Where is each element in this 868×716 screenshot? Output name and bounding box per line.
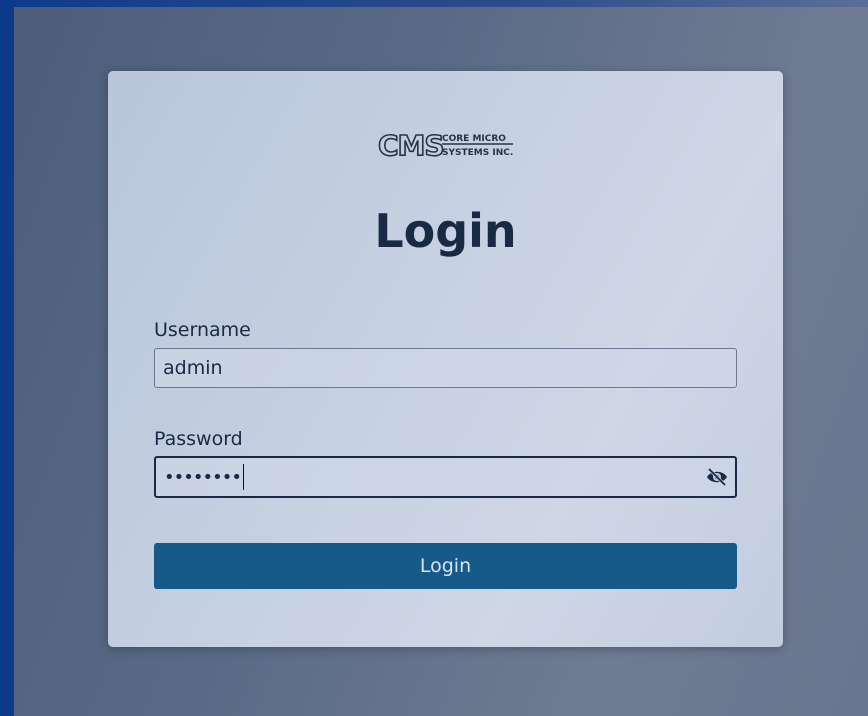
- password-label: Password: [154, 428, 243, 450]
- login-card: CMS CORE MICRO SYSTEMS INC. Login Userna…: [108, 71, 783, 647]
- logo-mark: CMS: [378, 129, 444, 162]
- password-field[interactable]: ••••••••: [154, 456, 737, 498]
- username-field[interactable]: admin: [154, 348, 737, 388]
- login-button[interactable]: Login: [154, 543, 737, 589]
- login-page: CMS CORE MICRO SYSTEMS INC. Login Userna…: [0, 0, 868, 716]
- username-value: admin: [163, 357, 223, 379]
- eye-slash-icon[interactable]: [705, 466, 729, 488]
- logo-line2: SYSTEMS INC.: [442, 148, 513, 158]
- password-masked-value: ••••••••: [164, 466, 242, 488]
- company-logo: CMS CORE MICRO SYSTEMS INC.: [378, 128, 513, 163]
- text-caret: [242, 464, 244, 490]
- top-edge-strip: [0, 0, 868, 7]
- page-title: Login: [374, 204, 517, 258]
- username-label: Username: [154, 319, 251, 341]
- left-edge-strip: [0, 0, 14, 716]
- logo-line1: CORE MICRO: [442, 134, 506, 144]
